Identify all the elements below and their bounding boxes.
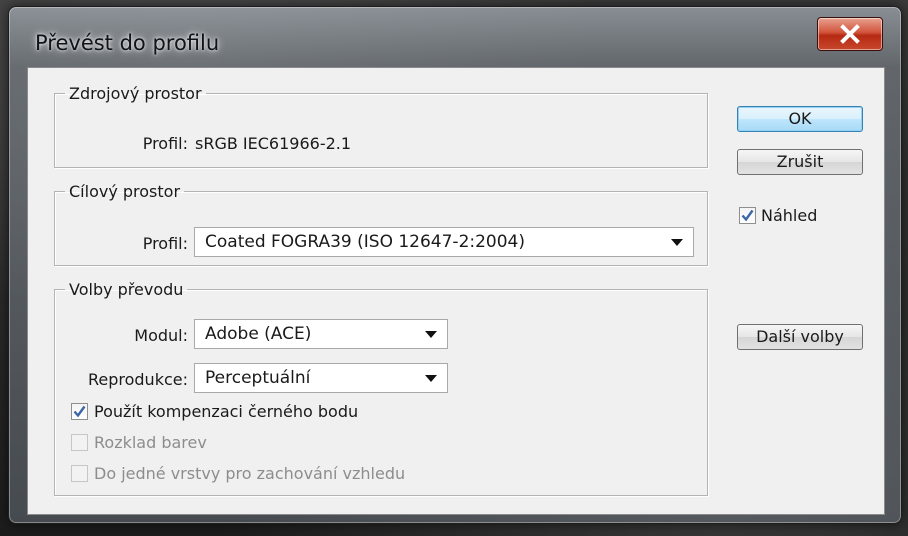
dialog-content: Zdrojový prostor Profil: sRGB IEC61966-2…	[27, 67, 885, 515]
flatten-label: Do jedné vrstvy pro zachování vzhledu	[94, 464, 406, 483]
checkmark-icon	[73, 405, 86, 418]
target-space-legend: Cílový prostor	[69, 182, 181, 201]
dialog-title: Převést do profilu	[35, 31, 220, 55]
intent-label: Reprodukce:	[87, 370, 188, 389]
preview-checkbox[interactable]	[739, 207, 756, 224]
module-label: Modul:	[134, 326, 188, 345]
ok-button[interactable]: OK	[737, 106, 863, 132]
source-profile-label: Profil:	[142, 134, 188, 153]
conversion-options-legend: Volby převodu	[69, 280, 184, 299]
close-icon	[840, 24, 860, 44]
intent-value: Perceptuální	[205, 368, 311, 388]
black-point-checkbox[interactable]	[71, 403, 88, 420]
dither-label: Rozklad barev	[94, 433, 207, 452]
source-profile-value: sRGB IEC61966-2.1	[195, 134, 352, 153]
black-point-label[interactable]: Použít kompenzaci černého bodu	[94, 402, 358, 421]
source-space-legend: Zdrojový prostor	[69, 84, 202, 103]
chevron-down-icon	[425, 375, 437, 382]
flatten-checkbox	[71, 465, 88, 482]
target-profile-value: Coated FOGRA39 (ISO 12647-2:2004)	[205, 232, 526, 252]
title-bar[interactable]: Převést do profilu	[9, 7, 901, 67]
source-space-group: Zdrojový prostor	[54, 84, 708, 168]
intent-select[interactable]: Perceptuální	[194, 363, 448, 393]
chevron-down-icon	[425, 331, 437, 338]
module-select[interactable]: Adobe (ACE)	[194, 319, 448, 349]
dialog-window: Převést do profilu Zdrojový prostor Prof…	[8, 6, 902, 524]
module-value: Adobe (ACE)	[205, 324, 312, 344]
dither-checkbox	[71, 434, 88, 451]
preview-label[interactable]: Náhled	[761, 206, 817, 225]
cancel-button[interactable]: Zrušit	[737, 149, 863, 175]
more-options-button[interactable]: Další volby	[737, 324, 863, 350]
target-profile-select[interactable]: Coated FOGRA39 (ISO 12647-2:2004)	[194, 227, 694, 257]
chevron-down-icon	[671, 239, 683, 246]
checkmark-icon	[741, 209, 754, 222]
close-button[interactable]	[817, 17, 883, 51]
target-profile-label: Profil:	[142, 234, 188, 253]
